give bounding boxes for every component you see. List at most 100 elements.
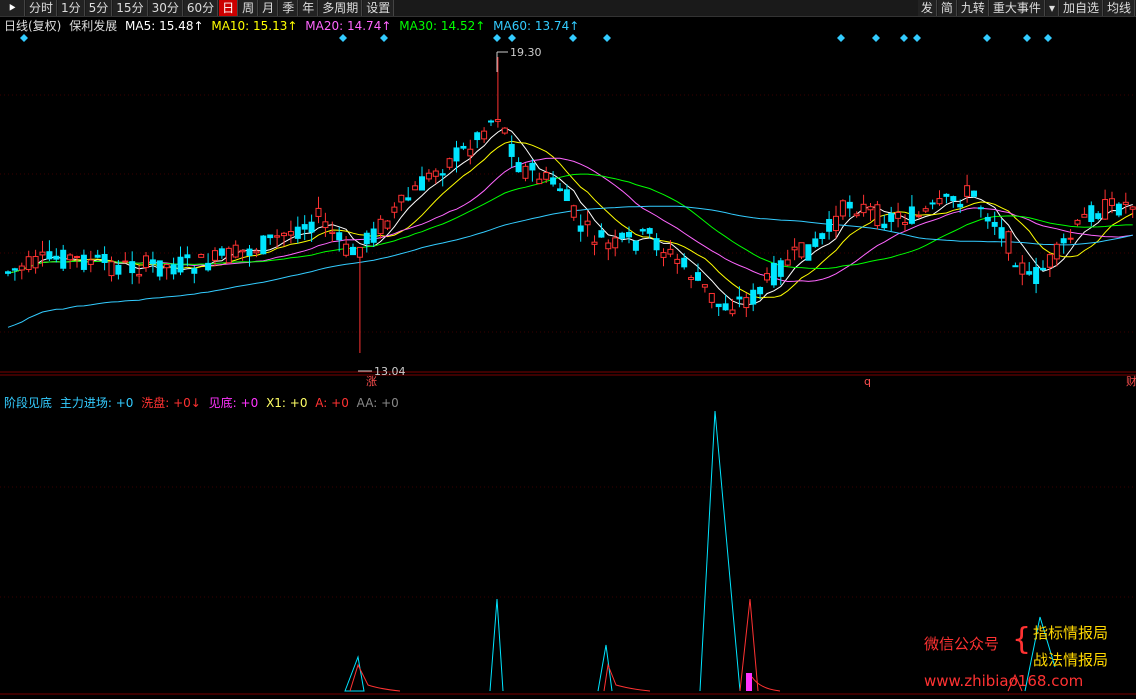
candle-body[interactable] (957, 203, 964, 208)
candle-body[interactable] (577, 225, 584, 232)
candle-body[interactable] (805, 244, 812, 261)
candle-body[interactable] (639, 229, 646, 232)
toolbar-right-item-1[interactable]: 简 (937, 0, 957, 16)
candle-body[interactable] (991, 221, 998, 227)
candle-body[interactable] (1053, 243, 1060, 260)
candle-body[interactable] (384, 220, 391, 229)
candle-body[interactable] (860, 203, 867, 214)
candle-body[interactable] (136, 273, 143, 277)
candle-body[interactable] (1040, 267, 1046, 271)
candle-body[interactable] (53, 255, 60, 260)
candle-body[interactable] (225, 247, 232, 264)
candle-body[interactable] (929, 202, 936, 205)
candle-body[interactable] (163, 264, 170, 269)
candle-body[interactable] (1012, 265, 1019, 268)
candle-body[interactable] (667, 248, 674, 255)
period-tab-2[interactable]: 5分 (85, 0, 113, 16)
candle-body[interactable] (398, 194, 405, 203)
candle-body[interactable] (253, 250, 260, 254)
candle-body[interactable] (39, 251, 46, 256)
candle-body[interactable] (494, 119, 501, 122)
candle-body[interactable] (1102, 199, 1109, 220)
candle-body[interactable] (998, 227, 1005, 239)
candle-body[interactable] (432, 170, 439, 177)
event-mark-zhang[interactable]: 涨 (366, 375, 377, 388)
candle-body[interactable] (32, 256, 39, 269)
candle-body[interactable] (198, 253, 205, 258)
toolbar-right-item-0[interactable]: 发 (917, 0, 937, 16)
period-tab-1[interactable]: 1分 (58, 0, 85, 16)
candle-body[interactable] (646, 228, 653, 234)
candle-body[interactable] (701, 284, 708, 288)
candle-body[interactable] (598, 230, 605, 238)
candle-body[interactable] (798, 242, 805, 258)
candle-body[interactable] (950, 196, 957, 202)
candle-body[interactable] (626, 231, 632, 238)
candle-body[interactable] (1109, 198, 1115, 206)
candle-body[interactable] (101, 253, 108, 264)
candle-body[interactable] (736, 296, 743, 300)
candle-body[interactable] (1067, 237, 1074, 240)
period-tab-8[interactable]: 月 (259, 0, 279, 16)
candle-body[interactable] (846, 201, 853, 209)
candle-body[interactable] (260, 235, 267, 255)
candle-body[interactable] (708, 292, 715, 303)
candle-body[interactable] (605, 242, 612, 250)
candle-body[interactable] (984, 216, 991, 222)
candle-body[interactable] (936, 198, 943, 205)
candle-body[interactable] (488, 120, 494, 123)
candle-body[interactable] (122, 260, 129, 263)
toolbar-right-item-4[interactable]: ▾ (1045, 0, 1059, 16)
candle-body[interactable] (770, 262, 777, 286)
event-mark-cai[interactable]: 财 (1126, 374, 1136, 388)
period-tab-10[interactable]: 年 (299, 0, 319, 16)
candle-body[interactable] (943, 193, 950, 197)
candle-body[interactable] (467, 148, 474, 157)
candle-body[interactable] (881, 223, 888, 229)
chart-canvas[interactable]: 19.30 13.04 涨 q 财 (0, 17, 1136, 699)
candle-body[interactable] (688, 277, 695, 280)
period-tab-3[interactable]: 15分 (113, 0, 148, 16)
candle-body[interactable] (867, 206, 874, 211)
candle-body[interactable] (287, 231, 294, 236)
candle-body[interactable] (812, 238, 819, 247)
candle-body[interactable] (764, 273, 770, 281)
candle-body[interactable] (67, 254, 74, 261)
candle-body[interactable] (412, 185, 419, 191)
candle-body[interactable] (350, 246, 356, 256)
candle-body[interactable] (281, 232, 287, 237)
candle-body[interactable] (1081, 213, 1088, 218)
candle-body[interactable] (722, 303, 729, 311)
candle-body[interactable] (1129, 206, 1136, 210)
candle-body[interactable] (315, 207, 322, 217)
candle-body[interactable] (550, 177, 557, 185)
candle-body[interactable] (370, 228, 377, 243)
toolbar-right-item-6[interactable]: 均线 (1103, 0, 1135, 16)
candle-body[interactable] (1088, 205, 1095, 223)
period-tab-9[interactable]: 季 (279, 0, 299, 16)
toolbar-right-item-2[interactable]: 九转 (957, 0, 989, 16)
candle-body[interactable] (501, 127, 508, 134)
candle-body[interactable] (908, 206, 915, 224)
candle-body[interactable] (218, 248, 225, 256)
candle-body[interactable] (336, 232, 343, 241)
candle-body[interactable] (5, 271, 11, 274)
candle-body[interactable] (363, 232, 370, 245)
candle-body[interactable] (1046, 254, 1053, 268)
candle-body[interactable] (322, 221, 329, 229)
candle-body[interactable] (308, 221, 315, 233)
candle-body[interactable] (563, 189, 570, 202)
candle-body[interactable] (715, 303, 722, 308)
candle-body[interactable] (784, 259, 791, 266)
candle-body[interactable] (212, 250, 218, 261)
candle-body[interactable] (584, 220, 591, 226)
candle-body[interactable] (143, 255, 149, 269)
candle-body[interactable] (777, 260, 784, 277)
period-tab-4[interactable]: 30分 (148, 0, 183, 16)
candle-body[interactable] (902, 221, 908, 225)
period-tab-7[interactable]: 周 (239, 0, 259, 16)
candle-body[interactable] (1095, 213, 1102, 219)
candle-body[interactable] (791, 246, 798, 251)
candle-body[interactable] (839, 200, 846, 217)
candle-body[interactable] (922, 208, 929, 212)
